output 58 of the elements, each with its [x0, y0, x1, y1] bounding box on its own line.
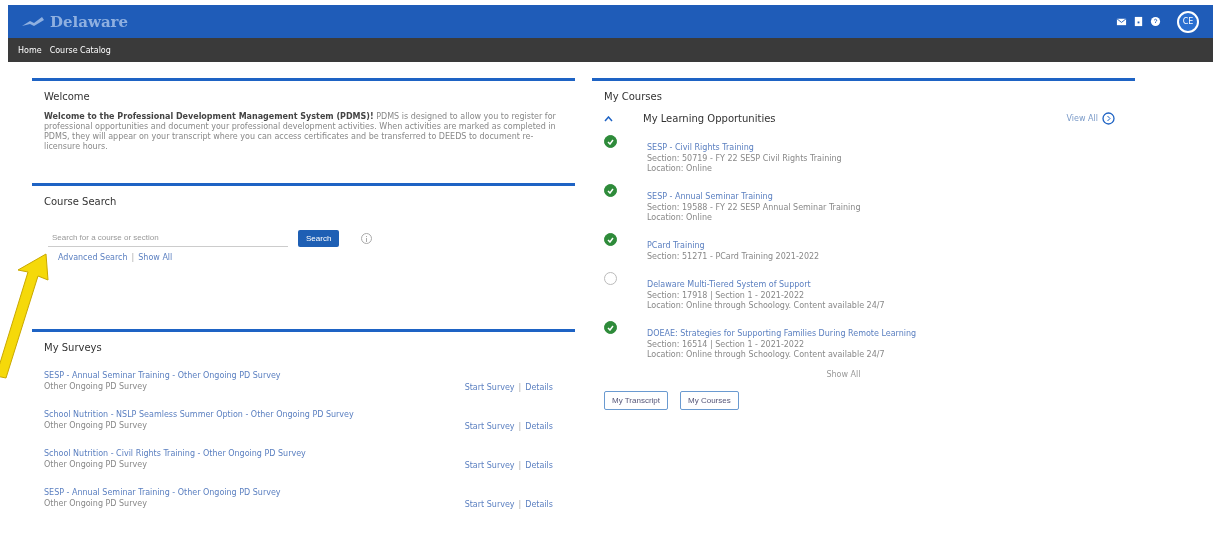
card-title: My Courses	[604, 91, 663, 102]
calendar-icon[interactable]	[1133, 16, 1144, 27]
link-separator: |	[518, 422, 522, 431]
survey-link[interactable]: School Nutrition - Civil Rights Training - Other Ongoing PD Survey	[44, 449, 306, 458]
survey-action-link[interactable]: Details	[525, 461, 553, 470]
survey-action-link[interactable]: Details	[525, 500, 553, 509]
course-detail: Section: 50719 - FY 22 SESP Civil Rights Training	[647, 154, 842, 164]
nav-link[interactable]: Course Catalog	[49, 45, 111, 55]
link-separator: |	[518, 461, 522, 470]
course-link[interactable]: Delaware Multi-Tiered System of Support	[647, 280, 811, 289]
card-title: My Surveys	[44, 342, 103, 353]
course-detail: Section: 19588 - FY 22 SESP Annual Seminar Training	[647, 203, 861, 213]
help-icon[interactable]	[1150, 16, 1161, 27]
survey-action-link[interactable]: Start Survey	[464, 500, 515, 509]
course-detail: Location: Online through Schoology. Content available 24/7	[647, 301, 885, 311]
course-link[interactable]: SESP - Civil Rights Training	[647, 143, 754, 152]
survey-action-link[interactable]: Start Survey	[464, 422, 515, 431]
search-link[interactable]: Show All	[138, 253, 173, 262]
survey-type: Other Ongoing PD Survey	[44, 382, 148, 392]
survey-action-link[interactable]: Start Survey	[464, 383, 515, 392]
course-link[interactable]: DOEAE: Strategies for Supporting Families During Remote Learning	[647, 329, 917, 338]
course-link[interactable]: SESP - Annual Seminar Training	[647, 192, 773, 201]
card-title: Course Search	[44, 196, 118, 207]
chevron-icon[interactable]	[604, 115, 613, 122]
user-avatar[interactable]: CE	[1177, 10, 1199, 33]
nav-link[interactable]: Home	[18, 45, 42, 55]
view-all-link[interactable]: View All	[1066, 114, 1098, 123]
logo-icon	[22, 16, 44, 27]
show-all-link[interactable]: Show All	[826, 370, 861, 379]
course-detail: Location: Online through Schoology. Content available 24/7	[647, 350, 886, 360]
survey-link[interactable]: School Nutrition - NSLP Seamless Summer Option - Other Ongoing PD Survey	[44, 410, 354, 419]
search-link[interactable]: Advanced Search	[58, 253, 128, 262]
survey-link[interactable]: SESP - Annual Seminar Training - Other Ongoing PD Survey	[44, 488, 281, 497]
mail-icon[interactable]	[1116, 16, 1127, 27]
survey-action-link[interactable]: Start Survey	[464, 461, 515, 470]
course-link[interactable]: PCard Training	[647, 241, 705, 250]
survey-action-link[interactable]: Details	[525, 383, 553, 392]
survey-action-link[interactable]: Details	[525, 422, 553, 431]
survey-type: Other Ongoing PD Survey	[44, 421, 148, 431]
survey-link[interactable]: SESP - Annual Seminar Training - Other Ongoing PD Survey	[44, 371, 281, 380]
logo-text: Delaware	[50, 12, 129, 31]
link-separator: |	[131, 253, 135, 262]
link-separator: |	[518, 500, 522, 509]
card-title: Welcome	[44, 91, 91, 102]
outline-button[interactable]: My Courses	[680, 391, 739, 410]
survey-type: Other Ongoing PD Survey	[44, 460, 148, 470]
link-separator: |	[518, 383, 522, 392]
course-detail: Location: Online	[647, 164, 713, 174]
course-detail: Section: 17918 | Section 1 - 2021-2022	[647, 291, 806, 301]
search-button[interactable]: Search	[298, 230, 340, 247]
course-detail: Location: Online	[647, 213, 713, 223]
outline-button[interactable]: My Transcript	[604, 391, 668, 410]
course-detail: Section: 51271 - PCard Training 2021-2022	[647, 252, 820, 262]
course-detail: Section: 16514 | Section 1 - 2021-2022	[647, 340, 806, 350]
survey-type: Other Ongoing PD Survey	[44, 499, 148, 509]
arrow-circle-icon[interactable]	[1102, 112, 1115, 125]
welcome-text: Welcome to the Professional Development Management System (PDMS)! PDMS is designed to allow you to register for professional opportunities and document your professional development activities. When activities are marked as completed in PDMS, they will appear on your transcript where you can access certificates and be transferred to DEEDS to document re-licensure hours.	[44, 112, 557, 152]
section-title: My Learning Opportunities	[643, 113, 777, 124]
